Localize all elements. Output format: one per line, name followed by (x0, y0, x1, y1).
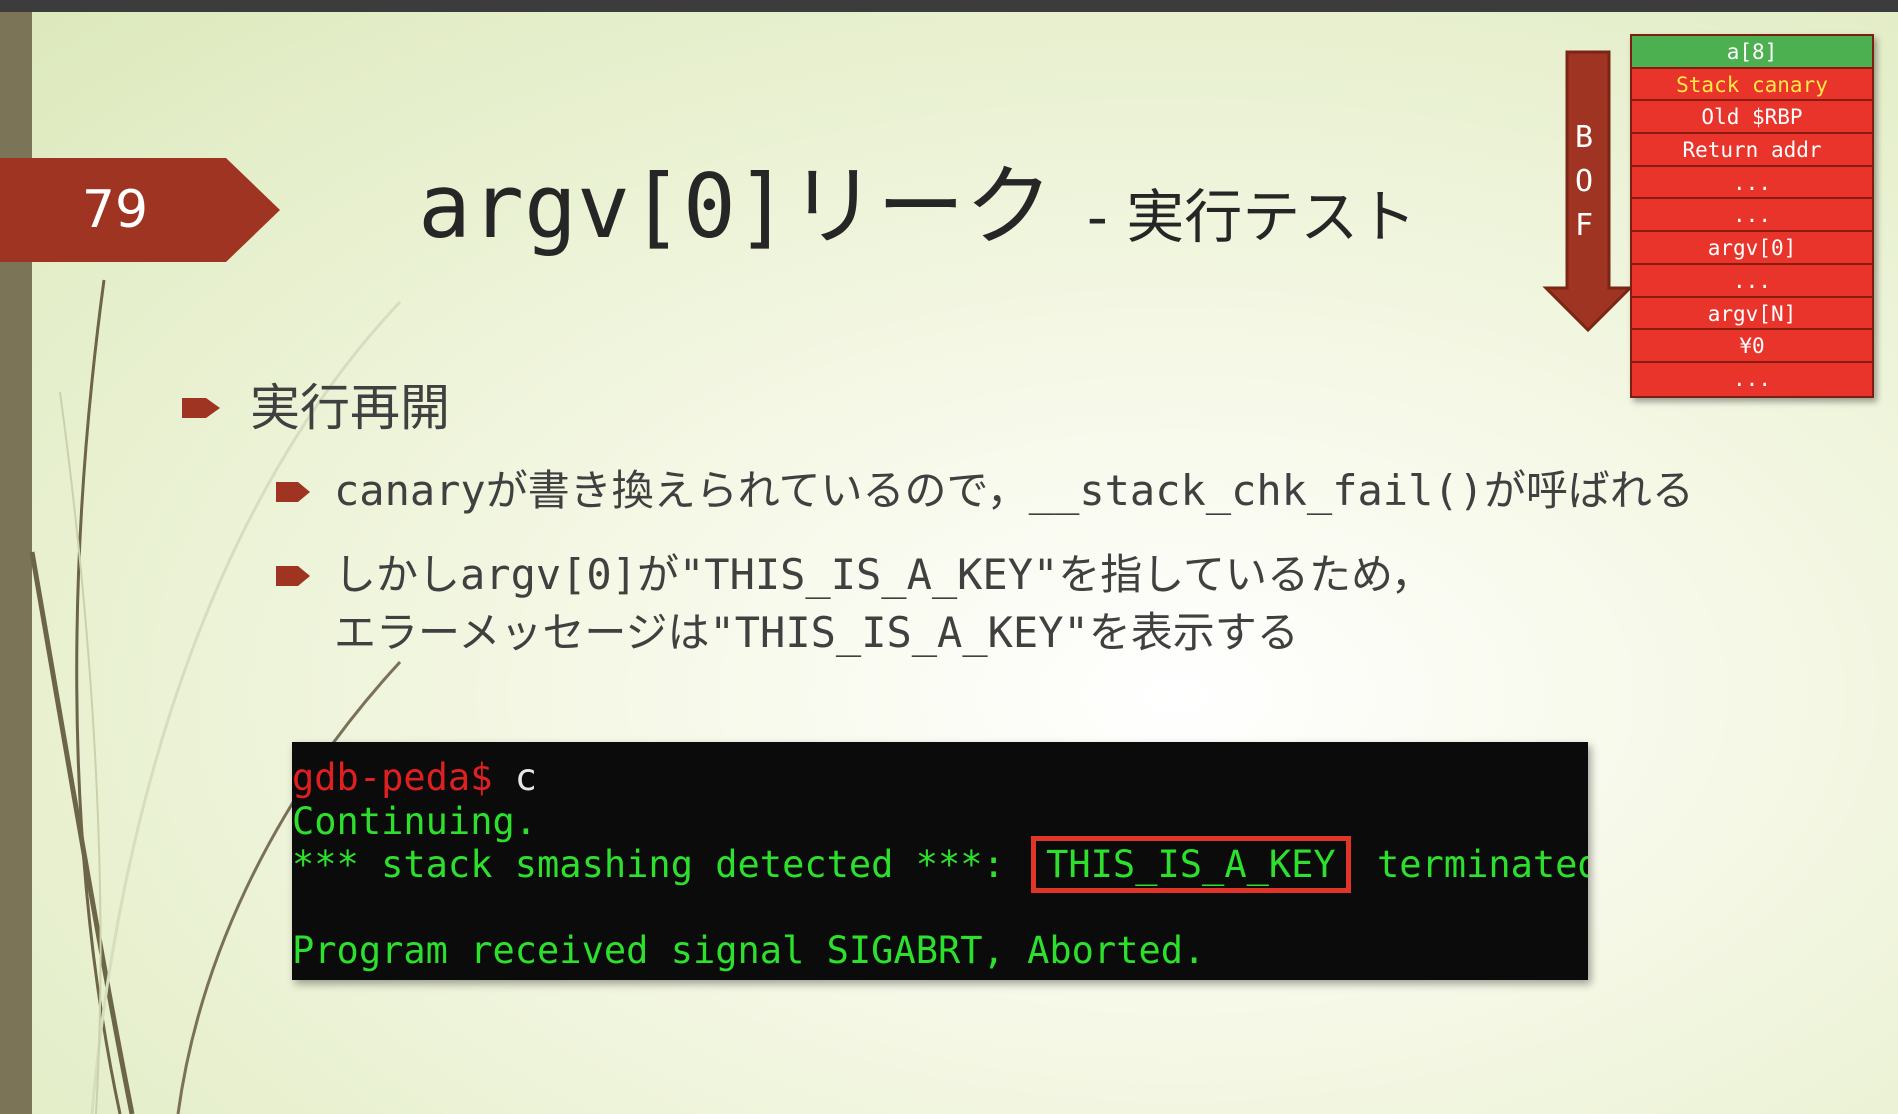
slide-number: 79 (81, 180, 149, 240)
bof-letter: B (1574, 120, 1594, 155)
stack-row-buffer: a[8] (1632, 36, 1872, 69)
terminal-screenshot: gdb-peda$ c Continuing. *** stack smashi… (292, 742, 1588, 980)
stack-row-old-rbp: Old $RBP (1632, 101, 1872, 135)
terminal-line-signal: Program received signal SIGABRT, Aborted… (292, 929, 1206, 972)
terminal-line-smashing: *** stack smashing detected ***: THIS_IS… (292, 836, 1588, 893)
sub-bullet-2: しかしargv[0]が"THIS_IS_A_KEY"を指しているため， エラーメ… (334, 546, 1433, 662)
bof-letter: O (1574, 164, 1594, 199)
bullet-arrow-icon (276, 566, 310, 586)
bullet-arrow-icon (182, 398, 220, 418)
title-subtitle: - 実行テスト (1086, 183, 1417, 251)
terminal-smashing-prefix: *** stack smashing detected ***: (292, 843, 1028, 886)
slide-title: argv[0]リーク - 実行テスト (418, 152, 1416, 262)
stack-row-argvn: argv[N] (1632, 297, 1872, 331)
terminal-prompt: gdb-peda$ (292, 756, 493, 799)
bullet-arrow-icon (276, 482, 310, 502)
terminal-line-continuing: Continuing. (292, 800, 538, 843)
terminal-line-prompt: gdb-peda$ c (292, 756, 537, 800)
slide: 79 argv[0]リーク - 実行テスト B O F a[8] Stack ca… (0, 12, 1898, 1114)
sub-bullet-1: canaryが書き換えられているので，__stack_chk_fail()が呼ば… (334, 466, 1694, 515)
terminal-smashing-suffix: terminated (1354, 843, 1588, 886)
sub-bullet-2-line1: しかしargv[0]が"THIS_IS_A_KEY"を指しているため， (334, 550, 1433, 599)
bof-label: B O F (1564, 116, 1604, 248)
stack-row-ellipsis: ... (1632, 362, 1872, 396)
title-main: argv[0]リーク (418, 155, 1053, 258)
bof-letter: F (1574, 208, 1594, 243)
stack-row-ellipsis: ... (1632, 199, 1872, 233)
stack-row-return-addr: Return addr (1632, 134, 1872, 167)
bullet-main: 実行再開 (250, 379, 450, 437)
sub-bullet-2-line2: エラーメッセージは"THIS_IS_A_KEY"を表示する (334, 608, 1299, 657)
stack-row-ellipsis: ... (1632, 264, 1872, 298)
window-top-bar (0, 0, 1898, 12)
stack-row-null: ¥0 (1632, 330, 1872, 363)
stack-row-canary: Stack canary (1632, 68, 1872, 102)
highlighted-key: THIS_IS_A_KEY (1031, 836, 1351, 893)
stack-row-argv0: argv[0] (1632, 232, 1872, 265)
stack-diagram: a[8] Stack canary Old $RBP Return addr .… (1630, 34, 1874, 398)
stack-row-ellipsis: ... (1632, 166, 1872, 200)
terminal-command: c (492, 756, 538, 799)
